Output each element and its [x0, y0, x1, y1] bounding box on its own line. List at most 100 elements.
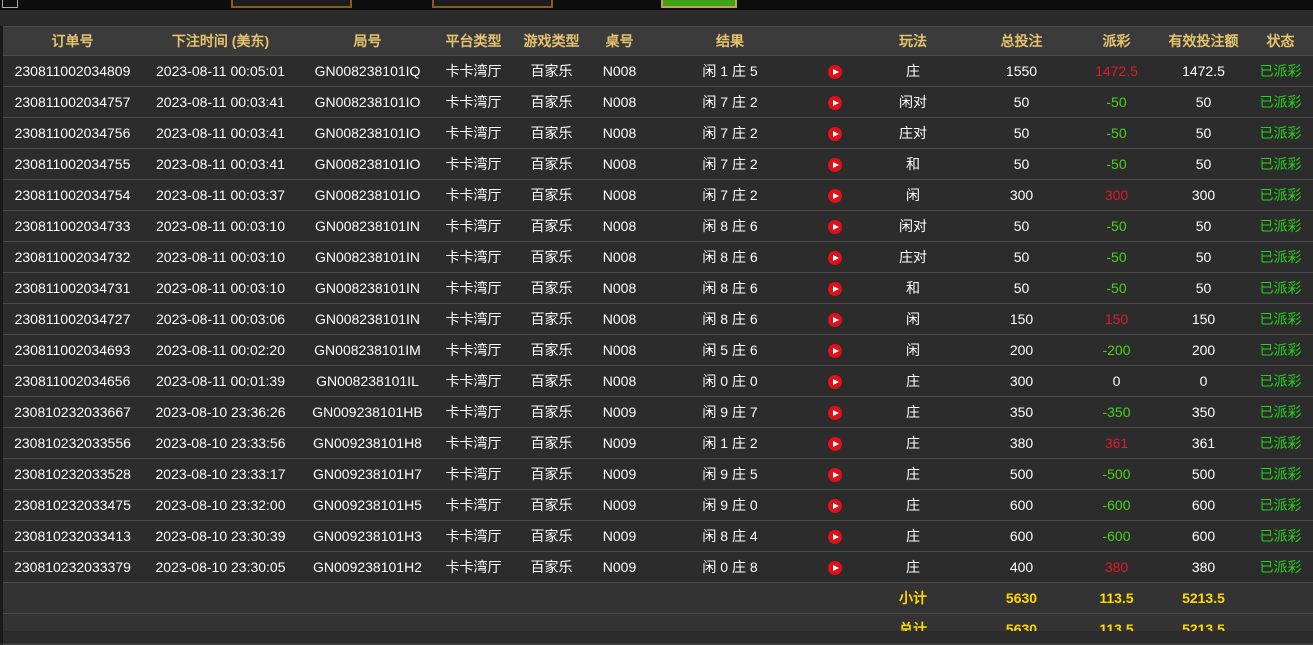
- table-row: 230810232033528 2023-08-10 23:33:17 GN0092…: [3, 458, 1313, 490]
- play-circle-icon[interactable]: [828, 65, 842, 80]
- bet-time-cell: 2023-08-11 00:03:41: [142, 148, 299, 180]
- play-circle-icon[interactable]: [828, 96, 842, 111]
- play-type-cell: 闲: [857, 334, 969, 366]
- replay-cell: [813, 55, 857, 87]
- total-bet-cell: 300: [969, 365, 1074, 397]
- table-row: 230811002034754 2023-08-11 00:03:37 GN0082…: [3, 179, 1313, 211]
- play-circle-icon[interactable]: [828, 530, 842, 545]
- play-circle-icon[interactable]: [828, 251, 842, 266]
- col-platform[interactable]: 平台类型: [436, 26, 511, 56]
- end-date-input[interactable]: [432, 0, 553, 8]
- result-cell: 闲 7 庄 2: [647, 117, 813, 149]
- replay-cell: [813, 520, 857, 552]
- play-circle-icon[interactable]: [828, 282, 842, 297]
- col-game-type[interactable]: 游戏类型: [511, 26, 592, 56]
- round-id-cell: GN008238101IN: [299, 210, 436, 242]
- round-id-cell: GN009238101H7: [299, 458, 436, 490]
- status-cell: 已派彩: [1248, 86, 1313, 118]
- round-id-cell: GN008238101IQ: [299, 55, 436, 87]
- col-table-no[interactable]: 桌号: [592, 26, 647, 56]
- table-no-cell: N008: [592, 303, 647, 335]
- valid-bet-cell: 50: [1159, 210, 1248, 242]
- bet-records-table: 订单号 下注时间 (美东) 局号 平台类型 游戏类型 桌号 结果 玩法 总投注 …: [3, 26, 1313, 645]
- query-button[interactable]: [661, 0, 737, 8]
- play-circle-icon[interactable]: [828, 499, 842, 514]
- total-bet-cell: 50: [969, 117, 1074, 149]
- round-id-cell: GN008238101IO: [299, 117, 436, 149]
- play-circle-icon[interactable]: [828, 189, 842, 204]
- col-result[interactable]: 结果: [647, 26, 813, 56]
- status-cell: 已派彩: [1248, 55, 1313, 87]
- payout-cell: 380: [1074, 551, 1159, 583]
- play-circle-icon[interactable]: [828, 561, 842, 576]
- valid-bet-cell: 500: [1159, 458, 1248, 490]
- platform-cell: 卡卡湾厅: [436, 179, 511, 211]
- order-id-cell: 230810232033556: [3, 427, 142, 459]
- total-bet-cell: 600: [969, 520, 1074, 552]
- valid-bet-cell: 50: [1159, 117, 1248, 149]
- bet-time-cell: 2023-08-11 00:03:10: [142, 272, 299, 304]
- start-date-input[interactable]: [231, 0, 352, 8]
- valid-bet-cell: 600: [1159, 520, 1248, 552]
- status-cell: 已派彩: [1248, 117, 1313, 149]
- round-id-cell: GN008238101IN: [299, 272, 436, 304]
- subtotal-payout: 113.5: [1074, 582, 1159, 614]
- game-type-cell: 百家乐: [511, 520, 592, 552]
- platform-cell: 卡卡湾厅: [436, 55, 511, 87]
- result-cell: 闲 9 庄 5: [647, 458, 813, 490]
- col-order-id[interactable]: 订单号: [3, 26, 142, 56]
- play-circle-icon[interactable]: [828, 158, 842, 173]
- col-valid-bet[interactable]: 有效投注额: [1159, 26, 1248, 56]
- table-no-cell: N009: [592, 551, 647, 583]
- col-status[interactable]: 状态: [1248, 26, 1313, 56]
- col-round-id[interactable]: 局号: [299, 26, 436, 56]
- total-bet-cell: 50: [969, 210, 1074, 242]
- total-bet-cell: 380: [969, 427, 1074, 459]
- order-id-cell: 230811002034727: [3, 303, 142, 335]
- col-play-type[interactable]: 玩法: [857, 26, 969, 56]
- platform-cell: 卡卡湾厅: [436, 86, 511, 118]
- round-id-cell: GN008238101IO: [299, 148, 436, 180]
- subtotal-row: 小计 5630 113.5 5213.5: [3, 582, 1313, 614]
- order-id-cell: 230811002034656: [3, 365, 142, 397]
- replay-cell: [813, 458, 857, 490]
- calendar-icon[interactable]: [2, 0, 18, 8]
- platform-cell: 卡卡湾厅: [436, 551, 511, 583]
- col-bet-time[interactable]: 下注时间 (美东): [142, 26, 299, 56]
- col-total-bet[interactable]: 总投注: [969, 26, 1074, 56]
- total-bet-cell: 350: [969, 396, 1074, 428]
- bet-time-cell: 2023-08-11 00:03:37: [142, 179, 299, 211]
- table-row: 230811002034731 2023-08-11 00:03:10 GN0082…: [3, 272, 1313, 304]
- valid-bet-cell: 300: [1159, 179, 1248, 211]
- game-type-cell: 百家乐: [511, 55, 592, 87]
- bet-time-cell: 2023-08-11 00:03:41: [142, 86, 299, 118]
- order-id-cell: 230811002034733: [3, 210, 142, 242]
- col-payout[interactable]: 派彩: [1074, 26, 1159, 56]
- replay-cell: [813, 86, 857, 118]
- subtotal-spacer: [3, 582, 857, 614]
- table-no-cell: N009: [592, 458, 647, 490]
- bet-time-cell: 2023-08-10 23:32:00: [142, 489, 299, 521]
- status-cell: 已派彩: [1248, 334, 1313, 366]
- play-circle-icon[interactable]: [828, 220, 842, 235]
- table-row: 230811002034656 2023-08-11 00:01:39 GN0082…: [3, 365, 1313, 397]
- bet-time-cell: 2023-08-11 00:03:10: [142, 210, 299, 242]
- play-circle-icon[interactable]: [828, 313, 842, 328]
- total-bet-cell: 200: [969, 334, 1074, 366]
- play-circle-icon[interactable]: [828, 437, 842, 452]
- play-circle-icon[interactable]: [828, 468, 842, 483]
- subtotal-valid: 5213.5: [1159, 582, 1248, 614]
- valid-bet-cell: 361: [1159, 427, 1248, 459]
- play-circle-icon[interactable]: [828, 375, 842, 390]
- play-circle-icon[interactable]: [828, 344, 842, 359]
- valid-bet-cell: 150: [1159, 303, 1248, 335]
- bet-time-cell: 2023-08-11 00:02:20: [142, 334, 299, 366]
- table-no-cell: N008: [592, 148, 647, 180]
- table-row: 230811002034756 2023-08-11 00:03:41 GN0082…: [3, 117, 1313, 149]
- play-type-cell: 闲对: [857, 210, 969, 242]
- play-circle-icon[interactable]: [828, 127, 842, 142]
- play-circle-icon[interactable]: [828, 406, 842, 421]
- replay-cell: [813, 365, 857, 397]
- status-cell: 已派彩: [1248, 489, 1313, 521]
- replay-cell: [813, 241, 857, 273]
